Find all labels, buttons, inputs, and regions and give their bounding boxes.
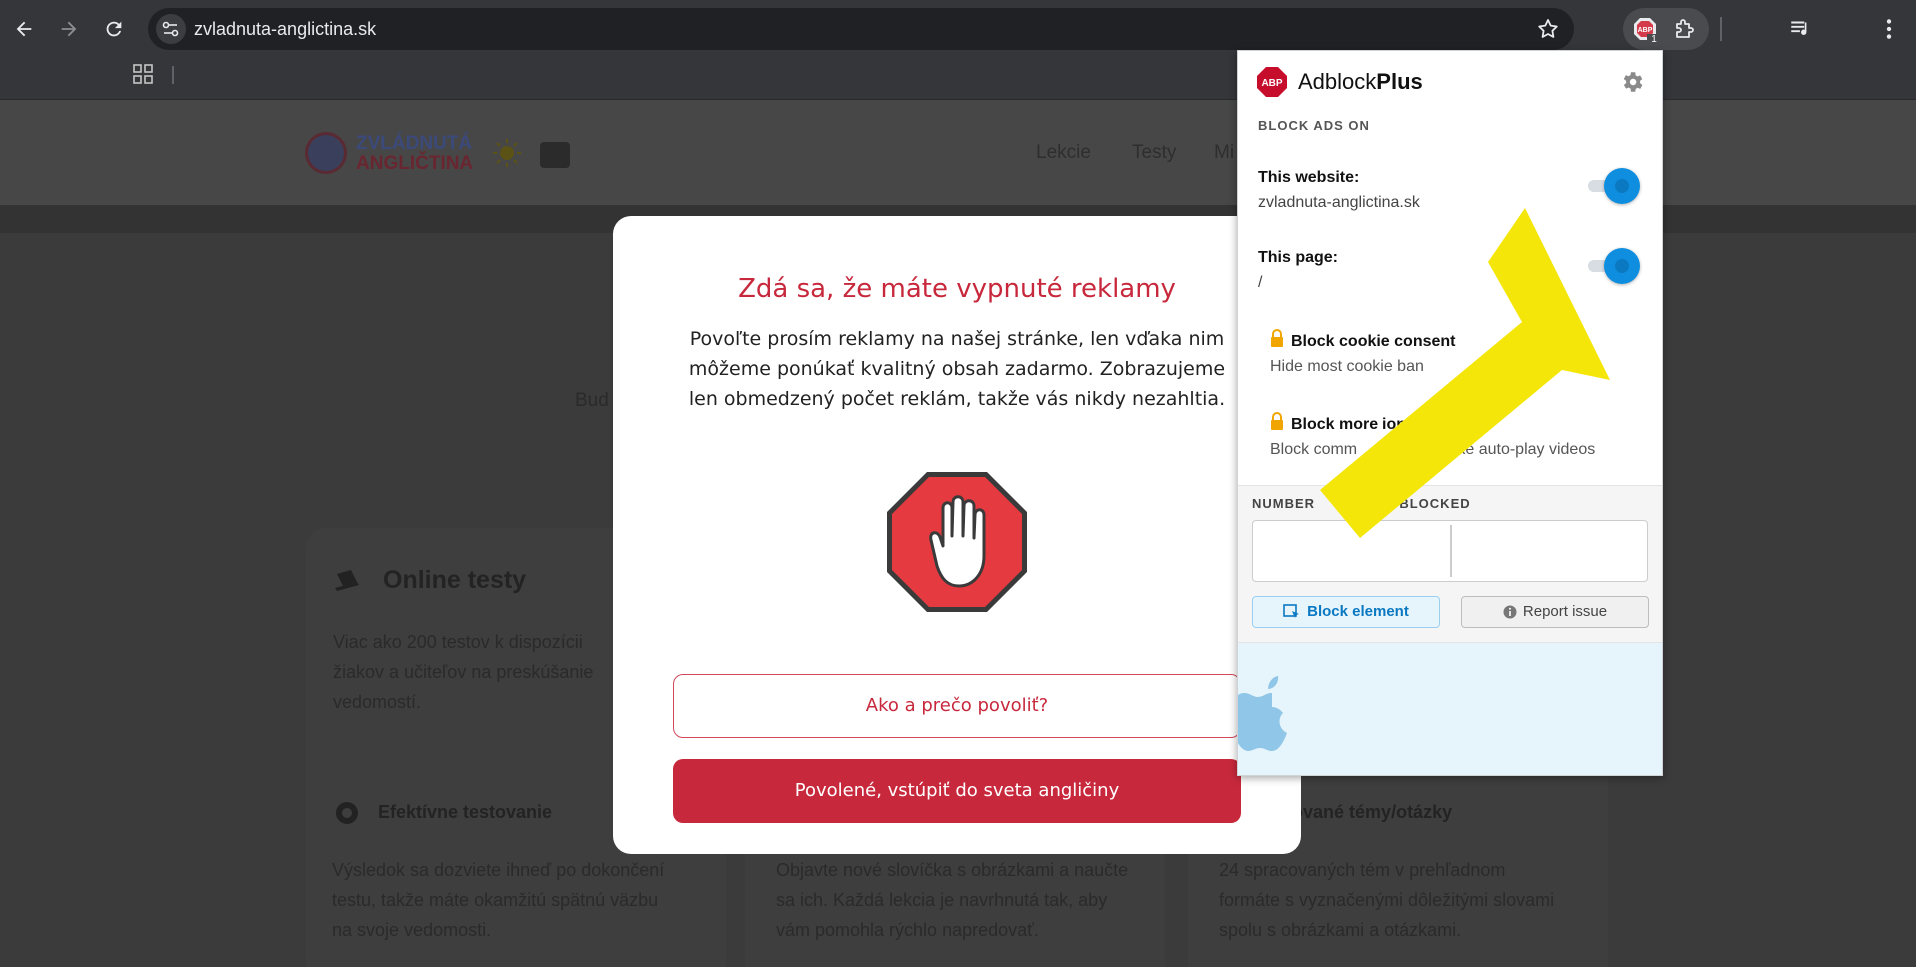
block-cookie-sub-end: popular si (1478, 358, 1548, 375)
media-playlist-icon[interactable] (1788, 16, 1814, 42)
svg-text:ABP: ABP (1261, 78, 1282, 89)
gear-badge-icon (336, 802, 358, 824)
svg-text:ABP: ABP (1638, 27, 1653, 34)
page-toggle[interactable] (1588, 248, 1640, 284)
modal-title: Zdá sa, že máte vypnuté reklamy (738, 274, 1176, 304)
feature-text-line: Objavte nové slovíčka s obrázkami a nauč… (776, 860, 1129, 880)
back-icon[interactable] (10, 15, 38, 43)
card-text-line: vedomostí. (333, 692, 422, 712)
settings-gear-icon[interactable] (1619, 69, 1645, 95)
extensions-puzzle-icon[interactable] (1673, 17, 1697, 41)
adblock-plus-popup: ABP AdblockPlus BLOCK ADS ON This websit… (1237, 50, 1663, 776)
extension-badge: 1 (1647, 34, 1661, 46)
block-cookie-sub: Hide most cookie ban (1270, 358, 1424, 375)
nav-more[interactable]: Mi (1214, 142, 1234, 164)
laptop-icon (335, 570, 359, 591)
apps-grid-icon[interactable] (132, 63, 154, 85)
theme-sun-icon[interactable] (492, 138, 522, 168)
this-website-label: This website: (1258, 169, 1360, 186)
extensions-group: ABP 1 (1623, 8, 1709, 50)
card-text-line: Viac ako 200 testov k dispozícii (333, 632, 583, 652)
feature-text-line: spolu s obrázkami a otázkami. (1219, 920, 1462, 940)
modal-text: Povoľte prosím reklamy na našej stránke,… (688, 328, 1226, 410)
feature-text-line: formáte s vyznačenými dôležitými slovami (1219, 890, 1555, 910)
nav-lekcie[interactable]: Lekcie (1036, 142, 1091, 164)
report-issue-button[interactable]: Report issue (1461, 596, 1649, 628)
uk-flag-logo-icon[interactable] (305, 132, 347, 174)
stats-label: NUMBER S BLOCKED (1252, 496, 1471, 511)
block-cookie-title[interactable]: Block cookie consent (1291, 333, 1456, 351)
feature-text-line: Výsledok sa dozviete ihneď po dokončení (332, 860, 665, 880)
nav-testy[interactable]: Testy (1132, 142, 1176, 164)
feature-text-line: 24 spracovaných tém v prehľadnom (1219, 860, 1506, 880)
block-distractions-title-end: ions (1382, 416, 1415, 433)
block-distractions-sub: Block comm (1270, 441, 1358, 458)
page-path: / (1258, 274, 1263, 291)
info-icon (1503, 605, 1517, 619)
this-page-label: This page: (1258, 249, 1339, 266)
lock-icon (1271, 412, 1283, 430)
more-menu-icon[interactable] (1876, 16, 1902, 42)
abp-brand: AdblockPlus (1298, 69, 1423, 94)
forward-icon[interactable] (55, 15, 83, 43)
feature-title: Efektívne testovanie (378, 802, 553, 822)
site-info-icon[interactable] (156, 14, 186, 44)
chat-icon[interactable] (540, 142, 570, 168)
toolbar-separator (1720, 17, 1722, 41)
promo-banner[interactable] (1238, 643, 1662, 775)
abp-logo-icon: ABP (1257, 67, 1287, 97)
website-domain: zvladnuta-anglictina.sk (1258, 194, 1420, 211)
website-toggle[interactable] (1588, 168, 1640, 204)
feature-text-line: sa ich. Každá lekcia je navrhnutá tak, a… (776, 890, 1108, 910)
block-distractions-sub-end: ctions like auto-play videos (1404, 441, 1596, 458)
reload-icon[interactable] (100, 15, 128, 43)
card-title: Online testy (383, 566, 527, 594)
bookmarks-separator (172, 66, 174, 84)
feature-text-line: vám pomohla rýchlo napredovať. (776, 920, 1039, 940)
how-to-allow-button[interactable]: Ako a prečo povoliť? (673, 674, 1241, 738)
block-element-icon (1283, 604, 1300, 619)
bookmark-star-icon[interactable] (1536, 17, 1560, 41)
block-cookie-title-end: s (1502, 333, 1511, 350)
url-text[interactable]: zvladnuta-anglictina.sk (194, 19, 376, 40)
allowed-enter-button[interactable]: Povolené, vstúpiť do sveta angličiny (673, 759, 1241, 823)
block-distractions-title[interactable]: Block more (1291, 416, 1378, 434)
intro-text: Bud (575, 390, 609, 411)
lock-icon (1271, 329, 1283, 347)
block-ads-on-label: BLOCK ADS ON (1258, 118, 1370, 133)
adblock-detected-modal: Zdá sa, že máte vypnuté reklamy Povoľte … (613, 216, 1301, 854)
stop-hand-icon (887, 472, 1027, 612)
stats-box (1252, 520, 1648, 582)
address-bar[interactable]: zvladnuta-anglictina.sk (148, 8, 1574, 50)
apple-logo-icon (1238, 676, 1287, 751)
card-text-line: žiakov a učiteľov na preskúšanie (333, 662, 594, 682)
stats-section: NUMBER S BLOCKED Block element Report iss… (1238, 485, 1662, 643)
site-logo-text[interactable]: ZVLÁDNUTÁ ANGLIČTINA (356, 134, 473, 174)
feature-text-line: na svoje vedomosti. (332, 920, 492, 940)
feature-text-line: testu, takže máte okamžitú spätnú väzbu (332, 890, 659, 910)
block-element-button[interactable]: Block element (1252, 596, 1440, 628)
